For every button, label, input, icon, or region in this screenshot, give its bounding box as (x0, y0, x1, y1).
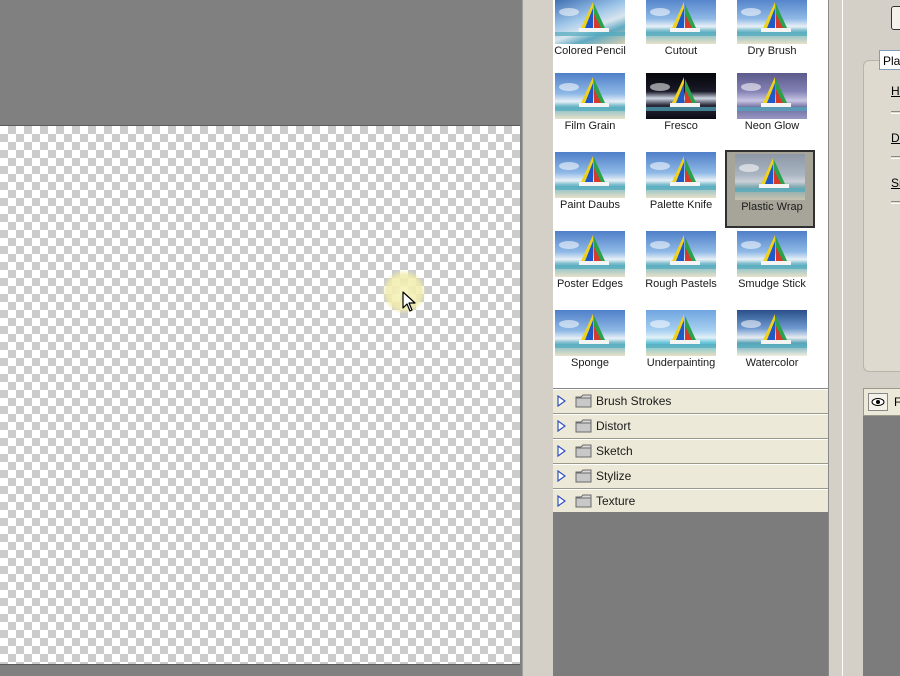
layer-name-partial: F (894, 395, 900, 409)
settings-group (863, 60, 900, 372)
filter-thumbnail[interactable]: Smudge Stick (727, 231, 817, 309)
filter-label: Rough Pastels (645, 278, 717, 290)
folder-icon (575, 469, 592, 483)
filter-thumbnail[interactable]: Fresco (636, 73, 726, 151)
filter-label: Poster Edges (556, 278, 624, 290)
transparent-canvas[interactable] (0, 125, 520, 665)
filter-label: Palette Knife (649, 199, 713, 211)
filter-gallery-panel: Colored Pencil Cutout Dry Brush Film Grain F… (522, 0, 844, 676)
filter-thumbnail[interactable]: Cutout (636, 0, 726, 76)
filter-list: Colored Pencil Cutout Dry Brush Film Grain F… (553, 0, 828, 676)
mouse-pointer-icon (402, 291, 416, 312)
filter-preview-image (646, 152, 716, 198)
filter-preview-image (555, 152, 625, 198)
filter-preview-image (737, 231, 807, 277)
filter-preview-image (646, 73, 716, 119)
filter-thumbnail[interactable]: Watercolor (727, 310, 817, 388)
triangle-right-icon[interactable] (557, 420, 566, 432)
category-label: Texture (596, 494, 636, 508)
filter-preview-image (735, 154, 805, 200)
filter-thumbnail[interactable]: Palette Knife (636, 152, 726, 230)
highlight-strength-label: Hi (891, 84, 900, 98)
triangle-right-icon[interactable] (557, 395, 566, 407)
filter-category-row[interactable]: Brush Strokes (553, 389, 828, 414)
filter-label: Dry Brush (747, 45, 797, 57)
filter-label: Sponge (571, 357, 609, 369)
filter-thumbnail[interactable]: Neon Glow (727, 73, 817, 151)
filter-category-list: Brush Strokes Distort Sketch Stylize Texture (553, 388, 828, 514)
filter-label: Watercolor (745, 357, 799, 369)
detail-label: De (891, 131, 900, 145)
folder-icon (575, 444, 592, 458)
filter-label: Fresco (664, 120, 698, 132)
filter-category-row[interactable]: Texture (553, 489, 828, 514)
filter-preview-image (555, 310, 625, 356)
triangle-right-icon[interactable] (557, 495, 566, 507)
highlight-strength-slider[interactable] (891, 111, 900, 114)
filter-thumbnail[interactable]: Sponge (545, 310, 635, 388)
filter-preview-image (646, 231, 716, 277)
filter-settings-panel: Plas Hi De Sn F (842, 0, 900, 676)
photoshop-filter-gallery-window: Colored Pencil Cutout Dry Brush Film Grain F… (0, 0, 900, 676)
filter-label: Plastic Wrap (741, 201, 803, 213)
smoothness-label: Sn (891, 176, 900, 190)
filter-thumbnail[interactable]: Poster Edges (545, 231, 635, 309)
filter-category-row[interactable]: Distort (553, 414, 828, 439)
filter-preview-image (555, 73, 625, 119)
filter-label: Neon Glow (744, 120, 800, 132)
category-label: Brush Strokes (596, 394, 672, 408)
filter-label: Underpainting (646, 357, 716, 369)
filter-preview-image (737, 310, 807, 356)
filter-preview-image (555, 231, 625, 277)
folder-icon (575, 494, 592, 508)
filter-preview-image (646, 0, 716, 44)
smoothness-slider[interactable] (891, 201, 900, 204)
filter-preview-image (555, 0, 625, 44)
filter-preview-image (646, 310, 716, 356)
triangle-right-icon[interactable] (557, 470, 566, 482)
filter-thumbnail[interactable]: Rough Pastels (636, 231, 726, 309)
eye-icon[interactable] (868, 393, 888, 411)
filter-thumbnail[interactable]: Plastic Wrap (725, 150, 815, 228)
folder-icon (575, 419, 592, 433)
workspace-area (0, 0, 522, 676)
filter-thumbnail[interactable]: Paint Daubs (545, 152, 635, 230)
filter-category-row[interactable]: Sketch (553, 439, 828, 464)
category-label: Sketch (596, 444, 633, 458)
filter-preview-image (737, 73, 807, 119)
effect-layers-list (863, 416, 900, 676)
filter-label: Paint Daubs (560, 199, 620, 211)
detail-slider[interactable] (891, 156, 900, 159)
filter-thumbnail[interactable]: Colored Pencil (545, 0, 635, 76)
filter-label: Smudge Stick (738, 278, 806, 290)
filter-preview-image (737, 0, 807, 44)
filter-label: Cutout (664, 45, 698, 57)
filter-thumbnail[interactable]: Underpainting (636, 310, 726, 388)
filter-thumbnail[interactable]: Dry Brush (727, 0, 817, 76)
artistic-filter-grid: Colored Pencil Cutout Dry Brush Film Grain F… (553, 0, 828, 388)
filter-label: Film Grain (564, 120, 616, 132)
category-label: Stylize (596, 469, 632, 483)
gallery-empty-area (553, 512, 828, 676)
triangle-right-icon[interactable] (557, 445, 566, 457)
folder-icon (575, 394, 592, 408)
category-label: Distort (596, 419, 631, 433)
ok-button[interactable] (891, 6, 900, 30)
filter-thumbnail[interactable]: Film Grain (545, 73, 635, 151)
filter-label: Colored Pencil (554, 45, 626, 57)
filter-category-row[interactable]: Stylize (553, 464, 828, 489)
effect-layers-header: F (863, 388, 900, 416)
filter-select[interactable]: Plas (879, 50, 900, 70)
